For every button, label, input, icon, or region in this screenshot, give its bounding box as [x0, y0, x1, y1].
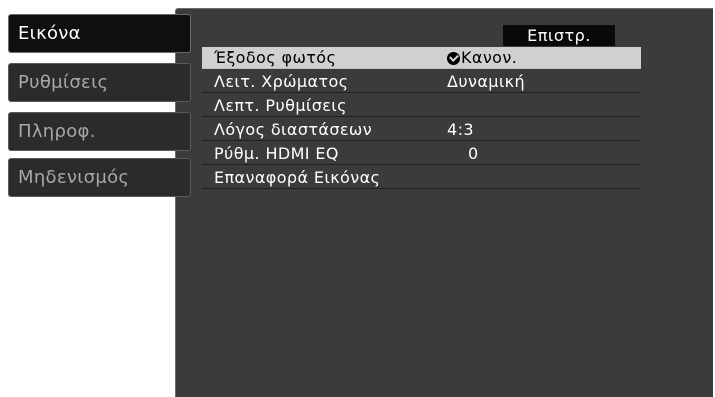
menu-row-value: Κανον.	[447, 47, 517, 69]
aspect-ratio-value: 4:3	[447, 120, 474, 139]
check-circle-icon	[447, 52, 460, 65]
menu-row-image-reset[interactable]: Επαναφορά Εικόνας	[202, 167, 641, 189]
menu-row-label: Λειτ. Χρώματος	[214, 72, 349, 91]
tab-info[interactable]: Πληροφ.	[8, 112, 191, 151]
light-output-value: Κανον.	[461, 48, 518, 67]
menu-row-hdmi-eq[interactable]: Ρύθμ. HDMI EQ 0	[202, 143, 641, 165]
menu-row-aspect-ratio[interactable]: Λόγος διαστάσεων 4:3	[202, 119, 641, 141]
menu-row-label: Λόγος διαστάσεων	[214, 120, 373, 139]
tab-reset[interactable]: Μηδενισμός	[8, 158, 191, 197]
menu-row-fine-settings[interactable]: Λεπτ. Ρυθμίσεις	[202, 95, 641, 117]
menu-row-light-output[interactable]: Έξοδος φωτός Κανον.	[202, 47, 641, 69]
menu-row-color-mode[interactable]: Λειτ. Χρώματος Δυναμική	[202, 71, 641, 93]
back-button[interactable]: Επιστρ.	[503, 25, 615, 46]
menu-row-label: Επαναφορά Εικόνας	[214, 168, 381, 187]
tab-image[interactable]: Εικόνα	[8, 14, 191, 53]
menu-row-label: Ρύθμ. HDMI EQ	[214, 144, 339, 163]
color-mode-value: Δυναμική	[447, 72, 526, 91]
hdmi-eq-value: 0	[468, 144, 479, 163]
tab-settings[interactable]: Ρυθμίσεις	[8, 63, 191, 102]
menu-row-label: Λεπτ. Ρυθμίσεις	[214, 96, 347, 115]
menu-row-label: Έξοδος φωτός	[214, 48, 337, 67]
